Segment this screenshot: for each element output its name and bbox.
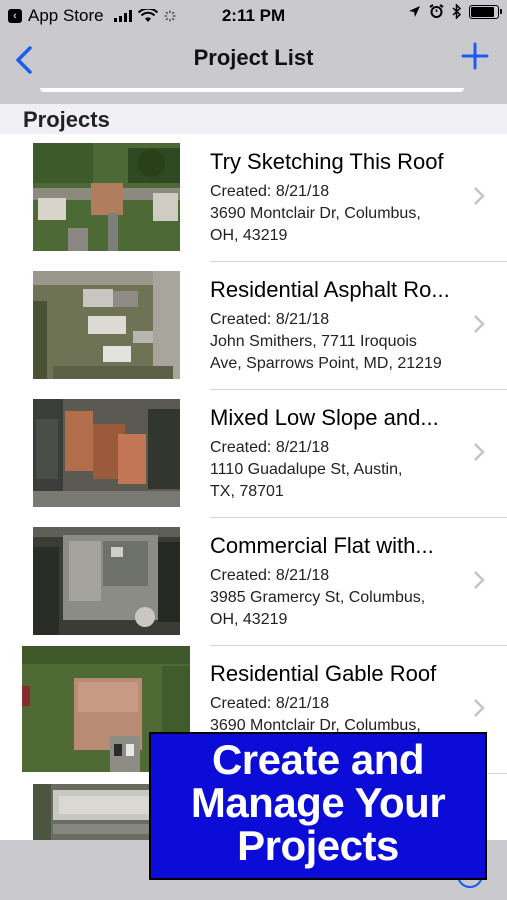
project-row[interactable]: Commercial Flat with... Created: 8/21/18… <box>0 518 507 646</box>
project-title: Mixed Low Slope and... <box>210 405 439 430</box>
banner-line-3: Projects <box>237 822 399 869</box>
section-header: Projects <box>0 104 507 134</box>
aerial-thumbnail <box>33 143 180 251</box>
location-arrow-icon <box>409 6 420 17</box>
project-created: Created: 8/21/18 <box>210 311 330 328</box>
project-created: Created: 8/21/18 <box>210 183 330 200</box>
navigation-bar: Project List <box>0 32 507 88</box>
project-title: Residential Asphalt Ro... <box>210 277 450 302</box>
banner-line-1: Create and <box>211 736 425 783</box>
chevron-right-icon <box>474 443 485 461</box>
promo-banner: Create and Manage Your Projects <box>149 732 487 880</box>
chevron-right-icon <box>474 699 485 717</box>
project-title: Try Sketching This Roof <box>210 149 444 174</box>
project-details: Mixed Low Slope and... Created: 8/21/18 … <box>210 405 472 503</box>
project-address-line2: OH, 43219 <box>210 227 288 244</box>
project-details: Commercial Flat with... Created: 8/21/18… <box>210 533 472 631</box>
page-title: Project List <box>193 45 314 70</box>
project-title: Commercial Flat with... <box>210 533 434 558</box>
bluetooth-icon <box>452 4 461 19</box>
section-title: Projects <box>23 107 110 132</box>
alarm-clock-icon <box>429 4 444 18</box>
project-address-line2: TX, 78701 <box>210 483 284 500</box>
banner-line-2: Manage Your <box>190 779 446 826</box>
project-address-line1: 3985 Gramercy St, Columbus, <box>210 589 426 606</box>
aerial-thumbnail <box>33 271 180 379</box>
search-bar-edge <box>40 88 464 92</box>
battery-fill <box>471 6 495 17</box>
project-address-line2: OH, 43219 <box>210 611 288 628</box>
plus-icon[interactable] <box>461 42 489 70</box>
project-address-line2: Ave, Sparrows Point, MD, 21219 <box>210 355 442 372</box>
project-details: Try Sketching This Roof Created: 8/21/18… <box>210 149 472 247</box>
project-row[interactable]: Residential Asphalt Ro... Created: 8/21/… <box>0 262 507 390</box>
battery-icon <box>469 4 502 19</box>
project-created: Created: 8/21/18 <box>210 695 330 712</box>
chevron-right-icon <box>474 315 485 333</box>
project-title: Residential Gable Roof <box>210 661 437 686</box>
project-address-line1: John Smithers, 7711 Iroquois <box>210 333 417 350</box>
status-bar: ‹ App Store 2:11 PM <box>0 0 507 32</box>
project-address-line1: 1110 Guadalupe St, Austin, <box>210 461 403 478</box>
project-created: Created: 8/21/18 <box>210 567 330 584</box>
project-row[interactable]: Try Sketching This Roof Created: 8/21/18… <box>0 134 507 262</box>
project-details: Residential Gable Roof Created: 8/21/18 … <box>210 661 472 737</box>
project-address-line1: 3690 Montclair Dr, Columbus, <box>210 205 421 222</box>
project-details: Residential Asphalt Ro... Created: 8/21/… <box>210 277 472 375</box>
project-row[interactable]: Mixed Low Slope and... Created: 8/21/18 … <box>0 390 507 518</box>
project-created: Created: 8/21/18 <box>210 439 330 456</box>
chevron-right-icon <box>474 571 485 589</box>
aerial-thumbnail <box>33 399 180 507</box>
status-right <box>408 4 502 19</box>
chevron-right-icon <box>474 187 485 205</box>
aerial-thumbnail <box>33 527 180 635</box>
